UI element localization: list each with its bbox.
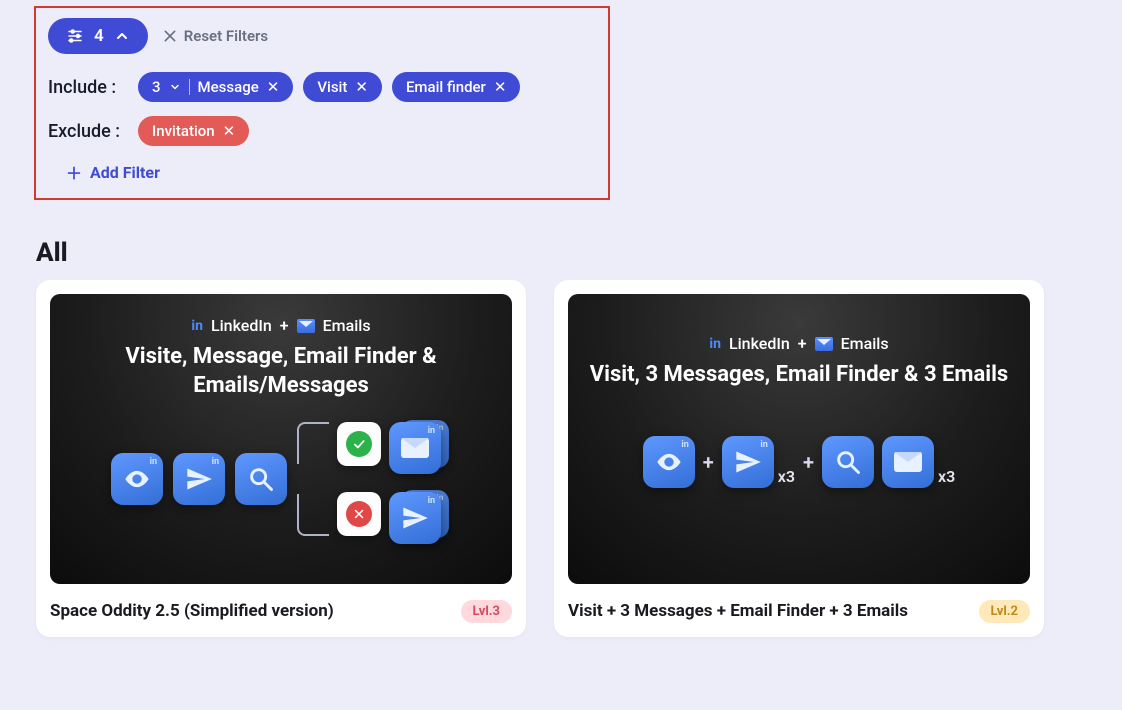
success-tile <box>337 422 381 466</box>
remove-chip-icon[interactable]: ✕ <box>355 78 368 96</box>
level-badge: Lvl.2 <box>979 600 1030 623</box>
channel-linkedin: LinkedIn <box>211 316 272 335</box>
sequence-card[interactable]: in LinkedIn + Emails Visite, Message, Em… <box>36 280 526 637</box>
card-channels: in LinkedIn + Emails <box>191 316 370 335</box>
filter-count: 4 <box>94 26 104 46</box>
close-icon <box>162 28 178 44</box>
mail-icon <box>815 337 833 351</box>
visit-tile: in <box>111 453 163 505</box>
card-thumbnail: in LinkedIn + Emails Visite, Message, Em… <box>50 294 512 584</box>
channel-emails: Emails <box>841 334 889 353</box>
card-footer: Space Oddity 2.5 (Simplified version) Lv… <box>50 600 512 623</box>
include-label: Include : <box>48 77 128 98</box>
level-badge: Lvl.3 <box>461 600 512 623</box>
filter-top-row: 4 Reset Filters <box>48 18 596 54</box>
send-tile: in <box>722 436 774 488</box>
thumb-title: Visit, 3 Messages, Email Finder & 3 Emai… <box>570 361 1028 390</box>
card-title: Space Oddity 2.5 (Simplified version) <box>50 600 334 623</box>
remove-chip-icon[interactable]: ✕ <box>223 122 236 140</box>
exclude-row: Exclude : Invitation ✕ <box>48 116 596 146</box>
include-chip-message[interactable]: 3 Message ✕ <box>138 72 293 102</box>
plus-icon: + <box>703 450 714 474</box>
send-stack: in in <box>389 488 451 540</box>
branch-outcomes: in in in in <box>337 418 451 540</box>
plus-icon: + <box>280 316 289 335</box>
chevron-down-icon <box>169 81 181 93</box>
mail-icon <box>297 319 315 333</box>
add-filter-label: Add Filter <box>90 163 160 182</box>
chip-divider <box>189 79 190 95</box>
exclude-chip-invitation[interactable]: Invitation ✕ <box>138 116 249 146</box>
linkedin-icon: in <box>191 318 203 334</box>
reset-filters-button[interactable]: Reset Filters <box>162 27 268 45</box>
multiplier: x3 <box>938 467 955 488</box>
visit-tile: in <box>643 436 695 488</box>
sequence-card[interactable]: in LinkedIn + Emails Visit, 3 Messages, … <box>554 280 1044 637</box>
search-tile <box>822 436 874 488</box>
sequence-icons: in + in x3 + x3 <box>643 436 955 488</box>
card-channels: in LinkedIn + Emails <box>709 334 888 353</box>
channel-emails: Emails <box>323 316 371 335</box>
plus-icon: + <box>803 450 814 474</box>
multiplier: x3 <box>778 467 795 488</box>
branch-connector <box>297 418 327 540</box>
filter-count-button[interactable]: 4 <box>48 18 148 54</box>
send-tile: in <box>173 453 225 505</box>
cards-row: in LinkedIn + Emails Visite, Message, Em… <box>36 280 1044 637</box>
chip-label: Visit <box>317 78 347 96</box>
email-tile <box>882 436 934 488</box>
channel-linkedin: LinkedIn <box>729 334 790 353</box>
fail-tile <box>337 492 381 536</box>
thumb-title: Visite, Message, Email Finder & Emails/M… <box>50 343 512 400</box>
filter-panel: 4 Reset Filters Include : 3 Message ✕ Vi… <box>34 6 610 200</box>
sliders-icon <box>66 27 84 45</box>
email-stack: in in <box>389 418 451 470</box>
linkedin-icon: in <box>709 336 721 352</box>
chip-count: 3 <box>152 78 161 96</box>
include-chip-visit[interactable]: Visit ✕ <box>303 72 382 102</box>
include-chip-email-finder[interactable]: Email finder ✕ <box>392 72 521 102</box>
remove-chip-icon[interactable]: ✕ <box>494 78 507 96</box>
card-thumbnail: in LinkedIn + Emails Visit, 3 Messages, … <box>568 294 1030 584</box>
chip-label: Email finder <box>406 78 486 96</box>
reset-filters-label: Reset Filters <box>184 27 268 45</box>
remove-chip-icon[interactable]: ✕ <box>267 78 280 96</box>
add-filter-button[interactable]: ＋ Add Filter <box>66 160 596 184</box>
sequence-icons: in in in in in <box>111 418 451 540</box>
card-footer: Visit + 3 Messages + Email Finder + 3 Em… <box>568 600 1030 623</box>
chip-label: Message <box>198 78 259 96</box>
section-title: All <box>36 238 68 268</box>
chevron-up-icon <box>114 28 130 44</box>
include-row: Include : 3 Message ✕ Visit ✕ Email find… <box>48 72 596 102</box>
exclude-label: Exclude : <box>48 121 128 142</box>
card-title: Visit + 3 Messages + Email Finder + 3 Em… <box>568 600 908 623</box>
search-tile <box>235 453 287 505</box>
plus-icon: ＋ <box>66 160 82 184</box>
chip-label: Invitation <box>152 122 215 140</box>
plus-icon: + <box>798 334 807 353</box>
